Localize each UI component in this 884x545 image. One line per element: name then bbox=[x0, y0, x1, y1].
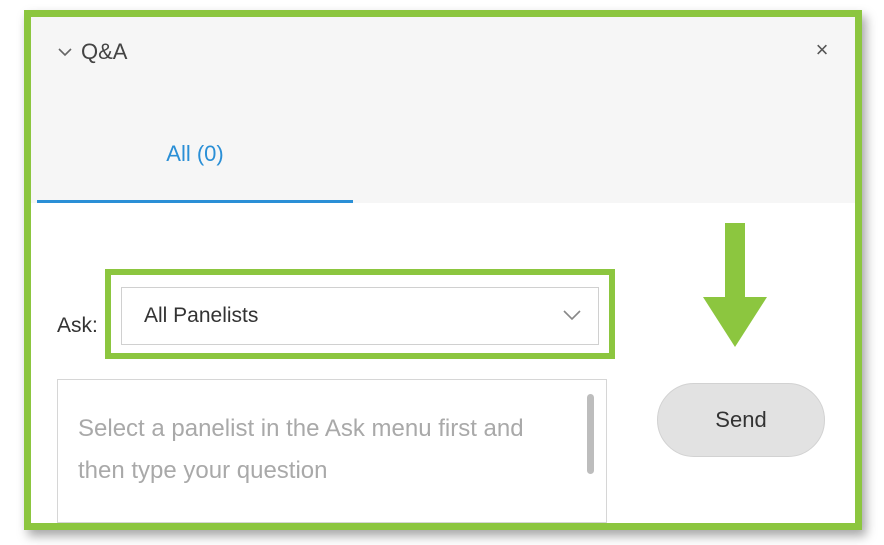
panel-title-row[interactable]: Q&A bbox=[57, 39, 127, 65]
panel-title: Q&A bbox=[81, 39, 128, 64]
send-button[interactable]: Send bbox=[657, 383, 825, 457]
chevron-down-icon bbox=[563, 310, 581, 321]
question-input[interactable]: Select a panelist in the Ask menu first … bbox=[57, 379, 607, 523]
chevron-down-icon[interactable] bbox=[57, 44, 73, 60]
qa-panel: Q&A × All (0) Ask: All Panelists Select … bbox=[24, 10, 862, 530]
question-placeholder: Select a panelist in the Ask menu first … bbox=[78, 415, 524, 484]
arrow-down-icon bbox=[703, 223, 767, 347]
ask-label: Ask: bbox=[57, 314, 98, 337]
close-icon[interactable]: × bbox=[811, 39, 833, 61]
tab-all[interactable]: All (0) bbox=[37, 113, 353, 203]
tab-all-label: All (0) bbox=[166, 141, 224, 166]
question-scrollbar[interactable] bbox=[587, 394, 594, 474]
panel-header: Q&A × All (0) bbox=[31, 17, 855, 203]
ask-dropdown[interactable]: All Panelists bbox=[121, 287, 599, 345]
ask-selected-value: All Panelists bbox=[144, 304, 259, 327]
